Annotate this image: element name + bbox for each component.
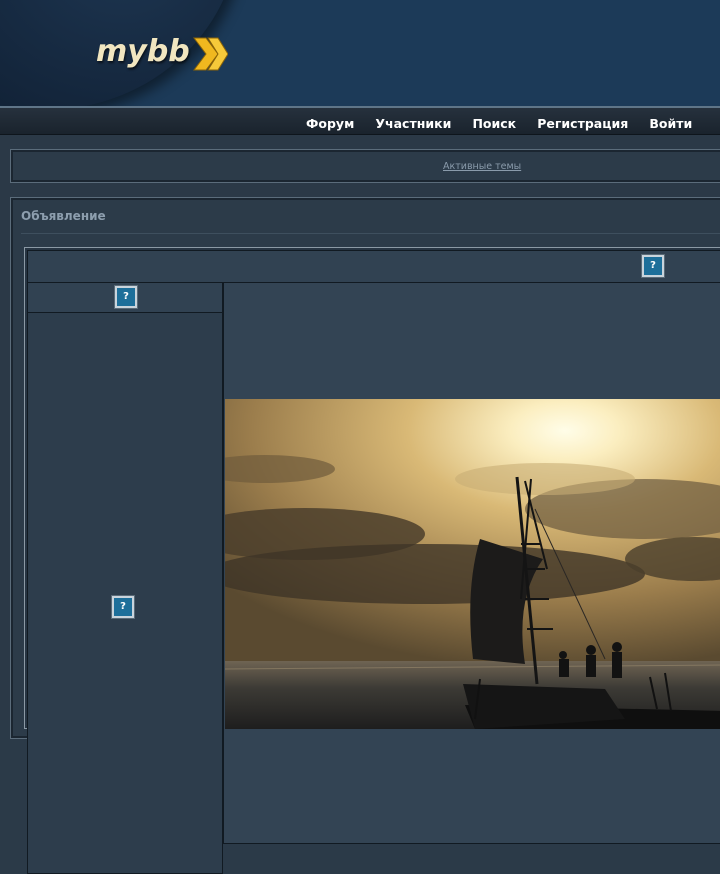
nav-search[interactable]: Поиск [472,116,516,131]
nav-login[interactable]: Войти [649,116,692,131]
left-column-cell: ? [27,312,223,874]
active-topics-bar [10,149,720,183]
left-column-header: ? [27,282,223,313]
broken-image-icon: ? [642,255,664,277]
active-topics-link[interactable]: Активные темы [443,161,521,172]
nav-members[interactable]: Участники [375,116,451,131]
broken-image-icon: ? [115,286,137,308]
main-navigation: Форум Участники Поиск Регистрация Войти [0,108,720,135]
broken-image-icon: ? [112,596,134,618]
announcement-title: Объявление [21,209,106,223]
site-logo[interactable]: mybb [96,32,236,76]
site-header: mybb [0,0,720,108]
announcement-divider [21,233,720,234]
chevron-double-right-icon [193,37,228,71]
nav-register[interactable]: Регистрация [537,116,628,131]
sailing-raft-sunset-image [225,399,720,729]
logo-text: mybb [96,34,190,69]
nav-forum[interactable]: Форум [306,116,354,131]
announcement-header-row: ? [27,250,720,283]
page-content: Активные темы Объявление ? ? ? [0,135,720,874]
